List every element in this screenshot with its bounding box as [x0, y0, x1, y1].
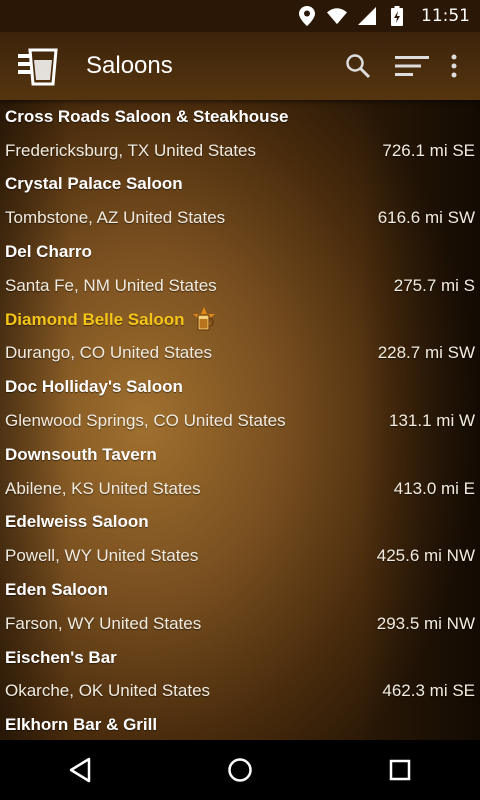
saloon-location-row: Farson, WY United States 293.5 mi NW — [0, 607, 480, 641]
page-title: Saloons — [86, 52, 173, 79]
drink-logo-icon[interactable] — [12, 40, 64, 92]
wifi-icon — [327, 6, 347, 26]
list-item[interactable]: Cross Roads Saloon & Steakhouse Frederic… — [0, 100, 480, 168]
list-item[interactable]: Eischen's Bar Okarche, OK United States … — [0, 641, 480, 709]
saloon-distance: 228.7 mi SW — [377, 343, 475, 363]
saloon-distance: 726.1 mi SE — [382, 140, 475, 160]
overflow-menu-icon[interactable] — [442, 46, 466, 86]
list-item[interactable]: Del Charro Santa Fe, NM United States 27… — [0, 235, 480, 303]
list-item[interactable]: Downsouth Tavern Abilene, KS United Stat… — [0, 438, 480, 506]
saloon-name: Diamond Belle Saloon — [5, 309, 185, 329]
status-bar: 11:51 — [0, 0, 480, 32]
saloon-name: Elkhorn Bar & Grill — [5, 715, 158, 735]
recents-icon[interactable] — [376, 746, 424, 794]
list-item[interactable]: Crystal Palace Saloon Tombstone, AZ Unit… — [0, 168, 480, 236]
saloon-location-row: Durango, CO United States 228.7 mi SW — [0, 337, 480, 371]
list-item[interactable]: Diamond Belle Saloon Durango, CO United … — [0, 303, 480, 371]
saloon-list: Cross Roads Saloon & Steakhouse Frederic… — [0, 100, 480, 740]
saloon-distance: 275.7 mi S — [393, 275, 475, 295]
saloon-location: Fredericksburg, TX United States — [5, 140, 257, 160]
saloon-name: Downsouth Tavern — [5, 444, 157, 464]
beer-mug-badge-icon — [190, 306, 218, 334]
saloon-location-row: Tombstone, AZ United States 616.6 mi SW — [0, 201, 480, 235]
saloon-name: Crystal Palace Saloon — [5, 174, 183, 194]
system-nav-bar — [0, 740, 480, 800]
saloon-location: Durango, CO United States — [5, 343, 212, 363]
saloon-location: Glenwood Springs, CO United States — [5, 411, 286, 431]
saloon-location-row: Santa Fe, NM United States 275.7 mi S — [0, 269, 480, 303]
saloon-location: Tombstone, AZ United States — [5, 208, 226, 228]
saloon-name: Doc Holliday's Saloon — [5, 377, 183, 397]
saloon-name: Cross Roads Saloon & Steakhouse — [5, 106, 289, 126]
sort-icon[interactable] — [392, 46, 432, 86]
list-item[interactable]: Elkhorn Bar & Grill — [0, 708, 480, 740]
saloon-name: Edelweiss Saloon — [5, 512, 149, 532]
saloon-location: Santa Fe, NM United States — [5, 275, 217, 295]
saloon-location: Powell, WY United States — [5, 546, 199, 566]
saloon-location: Okarche, OK United States — [5, 681, 211, 701]
signal-icon — [357, 6, 377, 26]
saloon-location-row: Glenwood Springs, CO United States 131.1… — [0, 404, 480, 438]
list-item[interactable]: Eden Saloon Farson, WY United States 293… — [0, 573, 480, 641]
search-icon[interactable] — [338, 46, 378, 86]
saloon-distance: 425.6 mi NW — [376, 546, 475, 566]
saloon-distance: 616.6 mi SW — [377, 208, 475, 228]
saloon-location-row: Abilene, KS United States 413.0 mi E — [0, 472, 480, 506]
main-content: Saloons Cross Roads Saloon & Steakhouse … — [0, 32, 480, 740]
saloon-distance: 413.0 mi E — [393, 478, 475, 498]
back-icon[interactable] — [56, 746, 104, 794]
list-item[interactable]: Edelweiss Saloon Powell, WY United State… — [0, 506, 480, 574]
saloon-location-row: Okarche, OK United States 462.3 mi SE — [0, 675, 480, 709]
location-icon — [297, 6, 317, 26]
saloon-name: Del Charro — [5, 242, 92, 262]
list-item[interactable]: Doc Holliday's Saloon Glenwood Springs, … — [0, 370, 480, 438]
saloon-location: Abilene, KS United States — [5, 478, 201, 498]
clock: 11:51 — [421, 6, 470, 26]
home-icon[interactable] — [216, 746, 264, 794]
saloon-location-row: Powell, WY United States 425.6 mi NW — [0, 539, 480, 573]
saloon-name: Eischen's Bar — [5, 647, 117, 667]
saloon-name-highlighted: Diamond Belle Saloon — [0, 303, 480, 337]
saloon-location-row: Fredericksburg, TX United States 726.1 m… — [0, 134, 480, 168]
saloon-name: Eden Saloon — [5, 580, 108, 600]
saloon-location: Farson, WY United States — [5, 613, 202, 633]
battery-charging-icon — [387, 6, 407, 26]
saloon-distance: 462.3 mi SE — [382, 681, 475, 701]
app-bar: Saloons — [0, 32, 480, 100]
saloon-distance: 293.5 mi NW — [376, 613, 475, 633]
saloon-distance: 131.1 mi W — [389, 411, 475, 431]
